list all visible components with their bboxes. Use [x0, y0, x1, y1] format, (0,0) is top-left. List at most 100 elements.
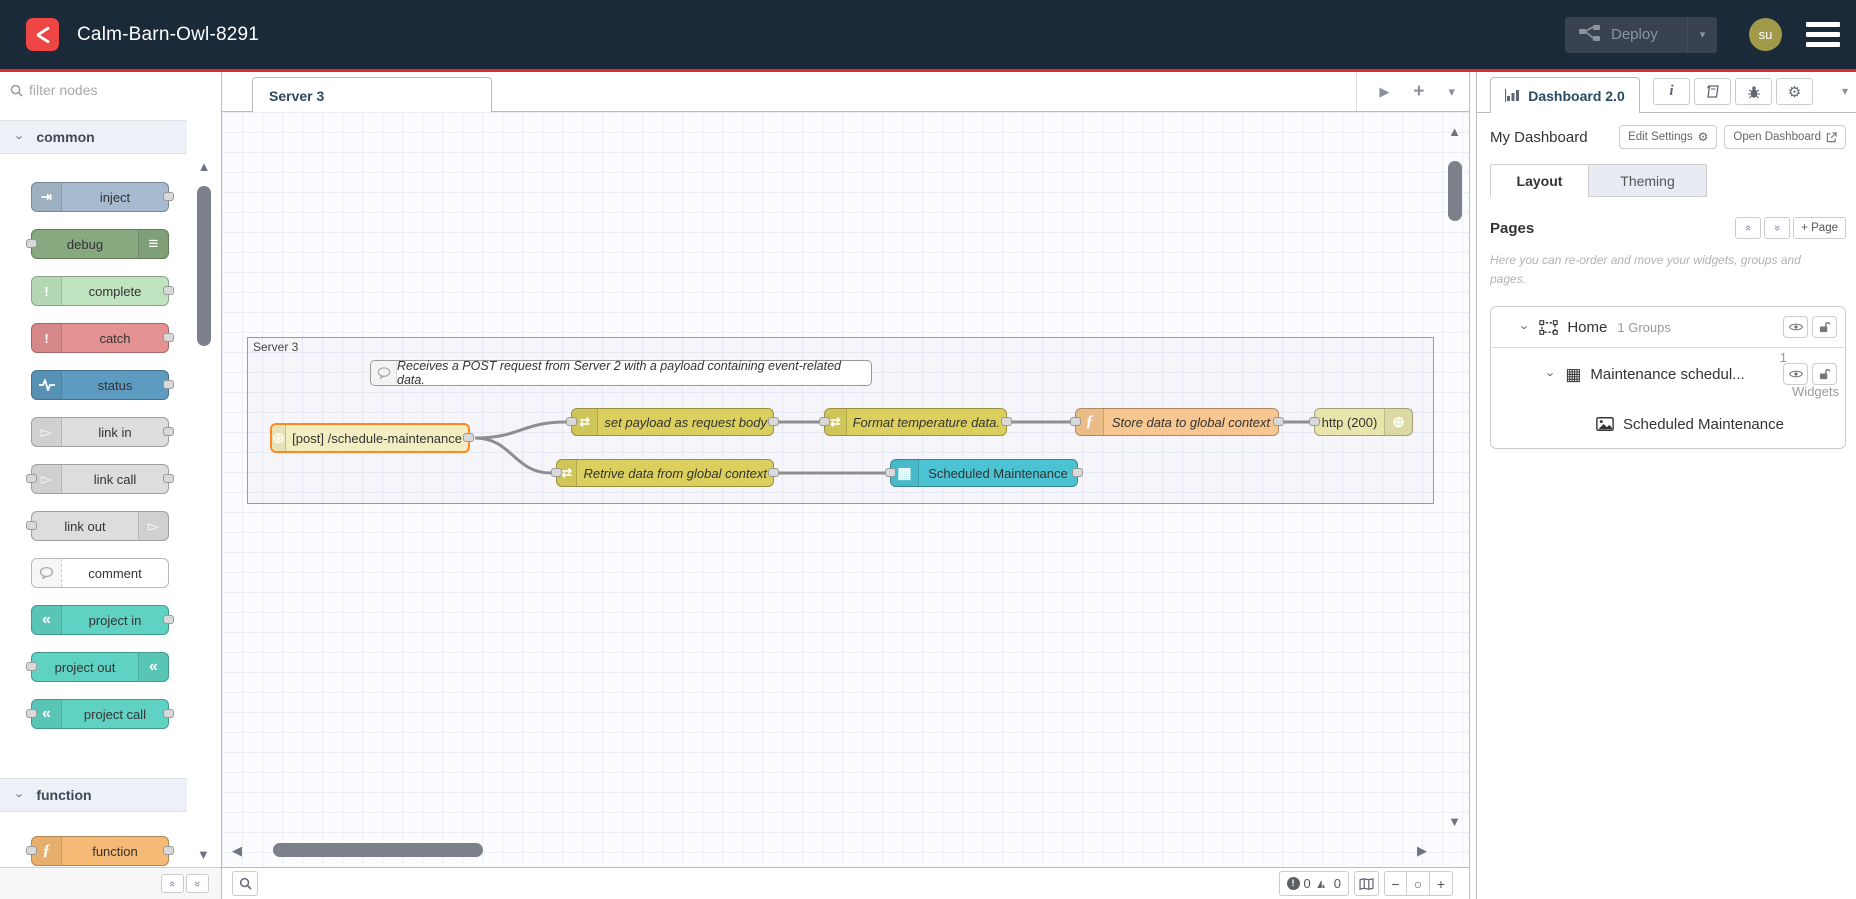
add-page-button[interactable]: + Page [1793, 217, 1846, 239]
palette-node-debug[interactable]: debug ≡ [26, 229, 169, 259]
tab-layout[interactable]: Layout [1490, 164, 1589, 197]
palette-node-link-in[interactable]: ▻ link in [31, 417, 174, 447]
move-page-up-button[interactable]: « [1735, 217, 1762, 239]
palette-scrollbar[interactable]: ▲ ▼ [191, 108, 217, 867]
deploy-button[interactable]: Deploy ▾ [1565, 16, 1717, 53]
port[interactable] [26, 239, 37, 248]
flow-workspace[interactable]: Server 3 Receives a POST request from Se… [222, 112, 1469, 867]
change-node-retrive-data[interactable]: ⇄ Retrive data from global context [551, 459, 779, 487]
palette-filter-input[interactable] [29, 82, 169, 98]
lock-button[interactable] [1812, 316, 1837, 339]
palette-category-function[interactable]: › function [0, 778, 187, 812]
http-in-node[interactable]: ⊕ [post] /schedule-maintenance [270, 423, 474, 453]
info-button[interactable]: i [1653, 78, 1690, 105]
palette-node-project-call[interactable]: « project call [26, 699, 174, 729]
tab-theming[interactable]: Theming [1589, 164, 1707, 197]
port[interactable] [768, 468, 779, 477]
navigator-map-button[interactable] [1354, 871, 1379, 896]
palette-node-inject[interactable]: ⇥ inject [31, 182, 174, 212]
palette-scrollbar-thumb[interactable] [197, 186, 211, 346]
port[interactable] [768, 417, 779, 426]
flow-tab-server3[interactable]: Server 3 [252, 77, 492, 113]
palette-node-project-in[interactable]: « project in [31, 605, 174, 635]
tree-row-home[interactable]: › Home 1 Groups [1491, 307, 1845, 349]
move-page-down-button[interactable]: » [1764, 217, 1791, 239]
help-button[interactable] [1694, 78, 1731, 105]
change-node-format-temperature[interactable]: ⇄ Format temperature data. [819, 408, 1012, 436]
palette-node-link-call[interactable]: ▻ link call [26, 464, 174, 494]
add-flow-button[interactable]: + [1413, 81, 1424, 103]
port[interactable] [163, 427, 174, 436]
main-menu-icon[interactable] [1806, 22, 1840, 47]
tree-row-maintenance-schedule[interactable]: › ▦ Maintenance schedul... 1 Widgets [1491, 348, 1845, 400]
port[interactable] [1309, 417, 1320, 426]
expand-categories-button[interactable]: » [186, 874, 209, 893]
palette-category-common[interactable]: › common [0, 120, 187, 154]
palette-node-catch[interactable]: ! catch [31, 323, 174, 353]
collapse-categories-button[interactable]: « [161, 874, 184, 893]
port[interactable] [26, 474, 37, 483]
palette-node-function[interactable]: ƒ function [26, 836, 174, 866]
port[interactable] [463, 433, 474, 442]
port[interactable] [885, 468, 896, 477]
port[interactable] [163, 846, 174, 855]
tab-dashboard-2[interactable]: Dashboard 2.0 [1490, 77, 1640, 113]
port[interactable] [566, 417, 577, 426]
zoom-in-button[interactable]: + [1430, 871, 1453, 896]
port[interactable] [163, 333, 174, 342]
deploy-options-caret[interactable]: ▾ [1687, 16, 1717, 53]
visibility-button[interactable] [1783, 363, 1808, 386]
port[interactable] [163, 474, 174, 483]
canvas-scroll-up-icon[interactable]: ▲ [1448, 125, 1461, 138]
flow-list-caret[interactable]: ▾ [1448, 84, 1455, 100]
function-node-store-data[interactable]: ƒ Store data to global context [1070, 408, 1284, 436]
debug-button[interactable] [1735, 78, 1772, 105]
canvas-scroll-left-icon[interactable]: ◀ [232, 844, 242, 857]
visibility-button[interactable] [1783, 316, 1808, 339]
edit-settings-button[interactable]: Edit Settings ⚙ [1619, 125, 1718, 149]
port[interactable] [26, 846, 37, 855]
palette-node-link-out[interactable]: link out ▻ [26, 511, 169, 541]
notifications-button[interactable]: ! 0 ▲! 0 [1278, 871, 1349, 896]
sidebar-tabs-caret[interactable]: ▾ [1842, 84, 1848, 98]
ui-table-node-scheduled-maintenance[interactable]: ▦ Scheduled Maintenance [885, 459, 1083, 487]
palette-search[interactable] [0, 72, 221, 108]
scroll-up-icon[interactable]: ▲ [191, 160, 217, 173]
canvas-scroll-right-icon[interactable]: ▶ [1417, 844, 1427, 857]
settings-button[interactable]: ⚙ [1776, 78, 1813, 105]
canvas-scroll-down-icon[interactable]: ▼ [1448, 815, 1461, 828]
palette-node-project-out[interactable]: project out « [26, 652, 169, 682]
port[interactable] [1273, 417, 1284, 426]
port[interactable] [1070, 417, 1081, 426]
user-avatar[interactable]: su [1749, 18, 1782, 51]
tree-row-scheduled-maintenance-widget[interactable]: Scheduled Maintenance [1491, 400, 1845, 448]
scroll-down-icon[interactable]: ▼ [197, 848, 210, 861]
tab-scroll-right-icon[interactable]: ▶ [1379, 84, 1389, 100]
chevron-down-icon[interactable]: › [1544, 372, 1559, 376]
port[interactable] [1001, 417, 1012, 426]
canvas-search-button[interactable] [232, 871, 258, 896]
palette-node-complete[interactable]: ! complete [31, 276, 174, 306]
chevron-down-icon[interactable]: › [1518, 325, 1533, 329]
zoom-out-button[interactable]: − [1384, 871, 1407, 896]
port[interactable] [163, 615, 174, 624]
port[interactable] [26, 709, 37, 718]
sidebar-resize-handle[interactable] [1469, 72, 1477, 899]
change-node-set-payload[interactable]: ⇄ set payload as request body [566, 408, 779, 436]
canvas-vertical-scrollbar[interactable] [1448, 161, 1462, 221]
port[interactable] [819, 417, 830, 426]
http-response-node[interactable]: http (200) ⊕ [1309, 408, 1413, 436]
port[interactable] [163, 192, 174, 201]
open-dashboard-button[interactable]: Open Dashboard [1724, 125, 1846, 149]
port[interactable] [551, 468, 562, 477]
port[interactable] [163, 380, 174, 389]
zoom-reset-button[interactable]: ○ [1407, 871, 1430, 896]
lock-button[interactable] [1812, 363, 1837, 386]
port[interactable] [26, 662, 37, 671]
palette-node-status[interactable]: status [31, 370, 174, 400]
port[interactable] [1072, 468, 1083, 477]
comment-node[interactable]: Receives a POST request from Server 2 wi… [370, 359, 872, 387]
port[interactable] [163, 286, 174, 295]
canvas-horizontal-scrollbar[interactable] [273, 843, 483, 857]
port[interactable] [163, 709, 174, 718]
